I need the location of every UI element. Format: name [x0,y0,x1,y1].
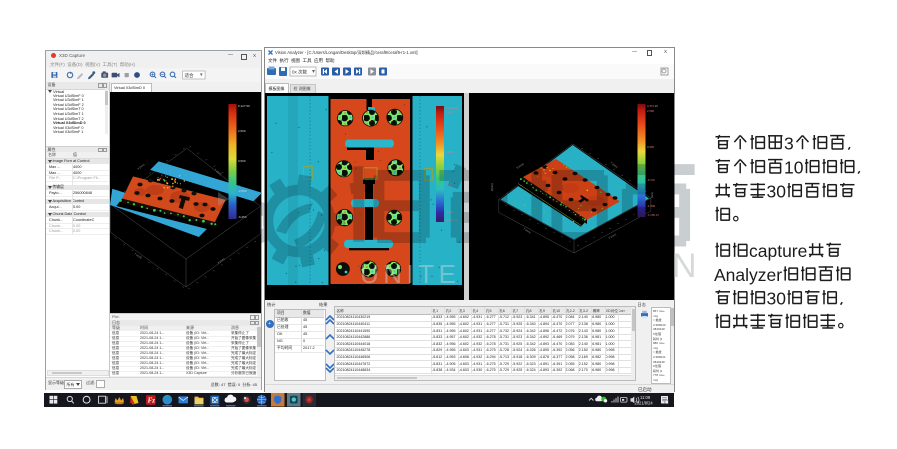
svg-text:UNITED PRECISION: UNITED PRECISION [360,259,679,289]
svg-text:N: N [672,247,697,285]
